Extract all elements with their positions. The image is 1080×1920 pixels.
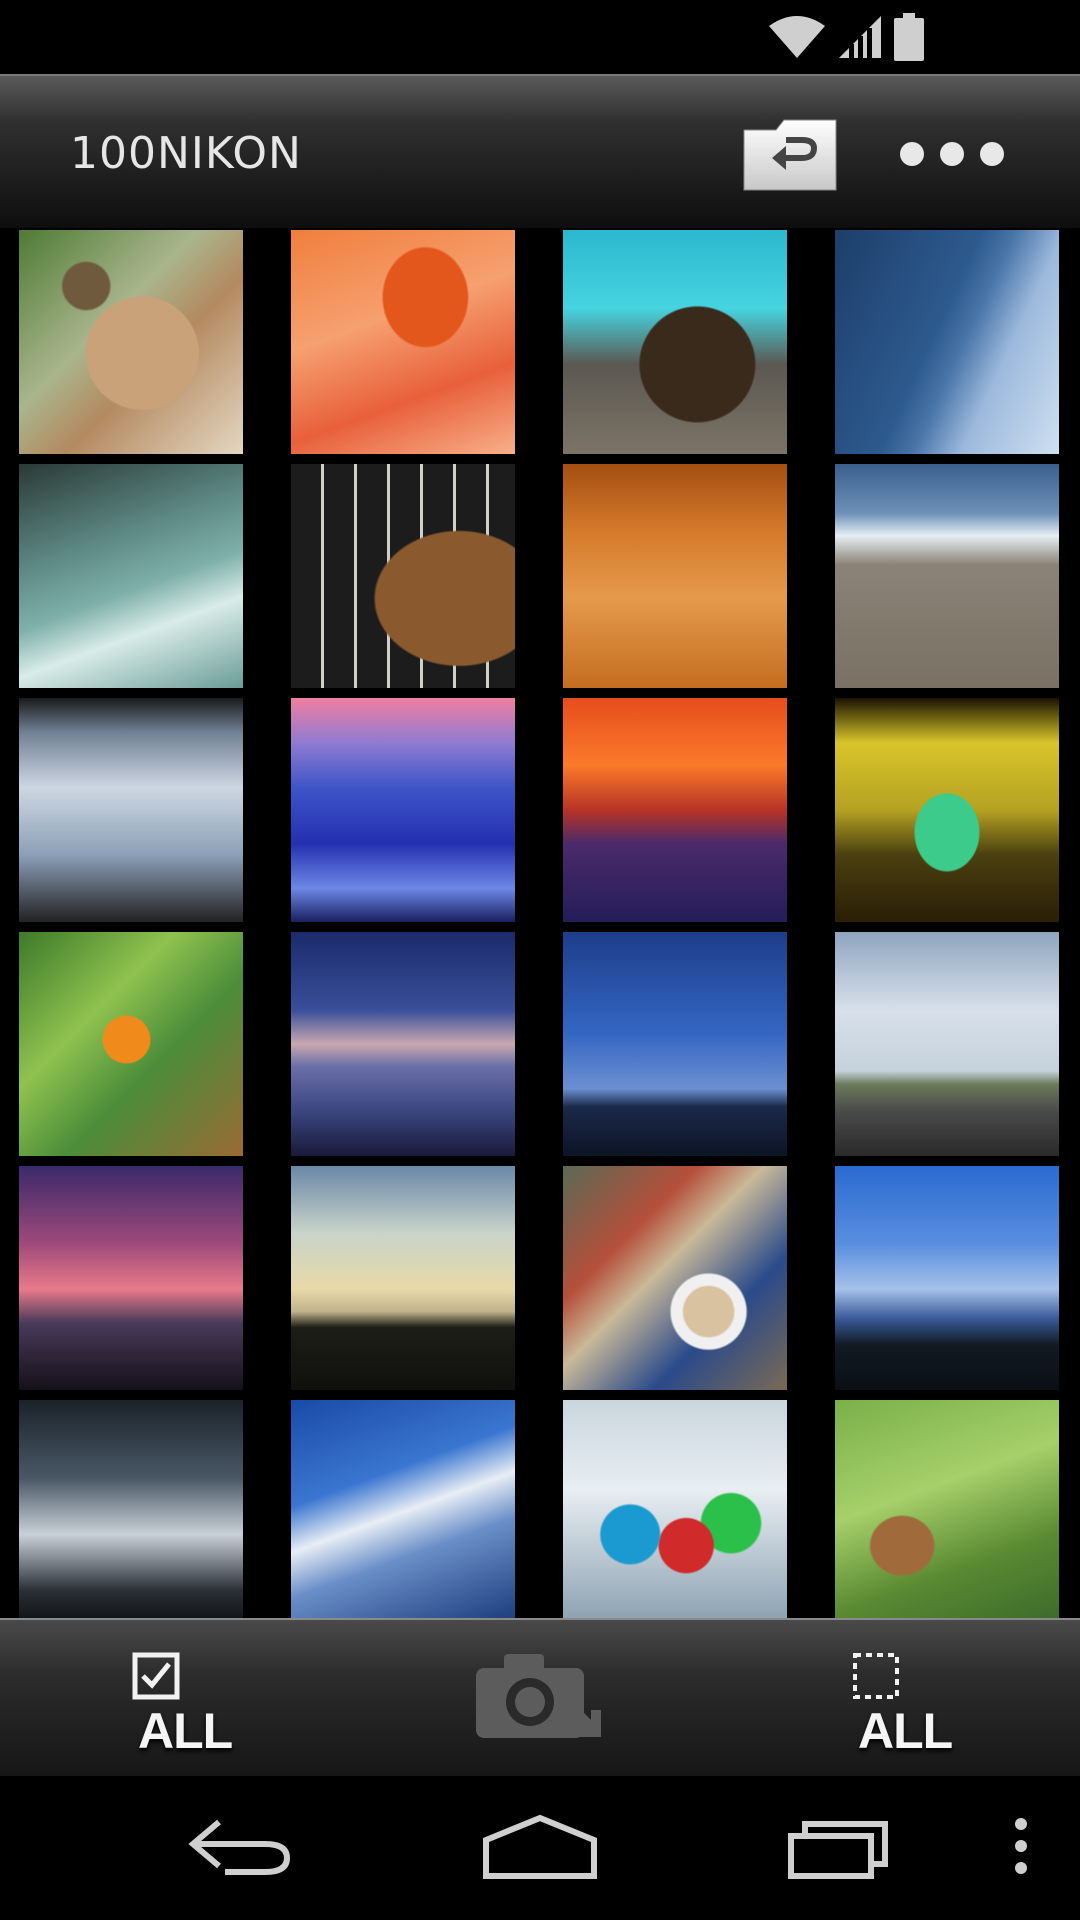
photo-thumbnail[interactable]	[19, 698, 243, 922]
photo-thumbnail[interactable]	[563, 932, 787, 1156]
select-all-button[interactable]: ALL	[120, 1620, 250, 1776]
photo-thumbnail[interactable]	[19, 1166, 243, 1390]
deselect-all-label: ALL	[858, 1703, 953, 1759]
camera-transfer-icon	[476, 1654, 601, 1738]
photo-thumbnail[interactable]	[19, 464, 243, 688]
checkbox-checked-icon	[132, 1652, 180, 1700]
photo-thumbnail[interactable]	[19, 230, 243, 454]
more-dot-icon	[900, 142, 924, 166]
signal-icon	[839, 16, 881, 58]
back-icon[interactable]	[185, 1812, 295, 1882]
navigation-bar	[0, 1776, 1080, 1920]
photo-thumbnail[interactable]	[835, 698, 1059, 922]
battery-icon	[894, 13, 924, 61]
photo-thumbnail[interactable]	[291, 698, 515, 922]
more-dot-icon	[940, 142, 964, 166]
status-bar	[0, 0, 1080, 74]
more-dot-icon	[980, 142, 1004, 166]
photo-thumbnail[interactable]	[563, 698, 787, 922]
photo-thumbnail[interactable]	[835, 464, 1059, 688]
deselect-all-button[interactable]: ALL	[840, 1620, 970, 1776]
camera-transfer-button	[470, 1620, 610, 1776]
photo-thumbnail[interactable]	[291, 1400, 515, 1618]
action-bar: 100NIKON	[0, 74, 1080, 228]
photo-thumbnail[interactable]	[291, 464, 515, 688]
home-icon[interactable]	[480, 1812, 600, 1882]
bottom-toolbar: ALL ALL	[0, 1618, 1080, 1776]
photo-thumbnail[interactable]	[19, 932, 243, 1156]
recents-icon[interactable]	[785, 1812, 895, 1882]
folder-title: 100NIKON	[70, 128, 302, 179]
return-button[interactable]	[742, 118, 838, 192]
photo-thumbnail[interactable]	[563, 464, 787, 688]
more-options-button[interactable]	[900, 136, 1010, 172]
photo-thumbnail[interactable]	[291, 1166, 515, 1390]
photo-thumbnail[interactable]	[291, 932, 515, 1156]
wifi-icon	[769, 16, 825, 58]
photo-thumbnail[interactable]	[835, 230, 1059, 454]
return-icon	[743, 119, 837, 191]
photo-thumbnail[interactable]	[563, 1166, 787, 1390]
photo-thumbnail[interactable]	[563, 1400, 787, 1618]
photo-grid[interactable]	[0, 228, 1080, 1618]
select-all-label: ALL	[138, 1703, 233, 1759]
photo-thumbnail[interactable]	[835, 932, 1059, 1156]
checkbox-dashed-icon	[853, 1653, 899, 1699]
photo-thumbnail[interactable]	[835, 1400, 1059, 1618]
photo-thumbnail[interactable]	[563, 230, 787, 454]
menu-icon[interactable]	[1011, 1816, 1031, 1876]
photo-thumbnail[interactable]	[291, 230, 515, 454]
photo-thumbnail[interactable]	[19, 1400, 243, 1618]
photo-thumbnail[interactable]	[835, 1166, 1059, 1390]
